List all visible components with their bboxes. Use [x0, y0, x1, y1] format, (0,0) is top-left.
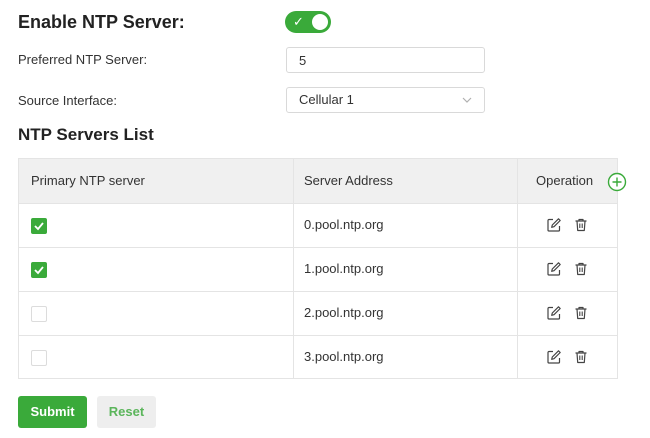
edit-icon[interactable]: [546, 261, 562, 277]
primary-checkbox[interactable]: [31, 262, 47, 278]
reset-button[interactable]: Reset: [97, 396, 156, 428]
primary-checkbox[interactable]: [31, 218, 47, 234]
table-row: 2.pool.ntp.org: [19, 291, 617, 336]
trash-icon[interactable]: [573, 261, 589, 277]
source-interface-select[interactable]: Cellular 1: [286, 87, 485, 113]
column-divider: [517, 159, 518, 378]
source-interface-value: Cellular 1: [299, 92, 354, 107]
server-address: 2.pool.ntp.org: [304, 305, 384, 320]
column-header-primary: Primary NTP server: [31, 173, 145, 188]
edit-icon[interactable]: [546, 217, 562, 233]
add-circle-icon[interactable]: [607, 172, 627, 192]
table-row: 3.pool.ntp.org: [19, 335, 617, 379]
server-address: 3.pool.ntp.org: [304, 349, 384, 364]
ntp-servers-table: Primary NTP server Server Address Operat…: [18, 158, 618, 379]
checkmark-icon: [34, 266, 44, 275]
trash-icon[interactable]: [573, 349, 589, 365]
column-header-operation: Operation: [536, 173, 594, 188]
table-row: 1.pool.ntp.org: [19, 247, 617, 292]
ntp-servers-list-title: NTP Servers List: [18, 125, 154, 144]
primary-checkbox[interactable]: [31, 350, 47, 366]
edit-icon[interactable]: [546, 349, 562, 365]
primary-checkbox[interactable]: [31, 306, 47, 322]
table-row: 0.pool.ntp.org: [19, 203, 617, 248]
server-address: 1.pool.ntp.org: [304, 261, 384, 276]
edit-icon[interactable]: [546, 305, 562, 321]
preferred-ntp-input[interactable]: [286, 47, 485, 73]
checkmark-icon: [34, 222, 44, 231]
table-header: Primary NTP server Server Address Operat…: [19, 159, 617, 204]
enable-ntp-toggle[interactable]: ✓: [285, 11, 331, 33]
submit-button[interactable]: Submit: [18, 396, 87, 428]
server-address: 0.pool.ntp.org: [304, 217, 384, 232]
source-interface-label: Source Interface:: [18, 93, 117, 108]
enable-ntp-label: Enable NTP Server:: [18, 12, 185, 32]
trash-icon[interactable]: [573, 305, 589, 321]
column-divider: [293, 159, 294, 378]
trash-icon[interactable]: [573, 217, 589, 233]
chevron-down-icon: [462, 97, 472, 103]
check-icon: ✓: [293, 14, 304, 29]
preferred-ntp-label: Preferred NTP Server:: [18, 52, 148, 67]
toggle-knob: [312, 14, 328, 30]
column-header-address: Server Address: [304, 173, 393, 188]
